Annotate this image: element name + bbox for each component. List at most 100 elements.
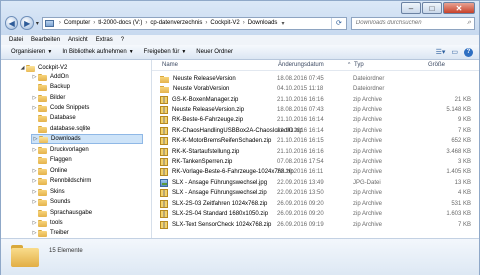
expand-arrow-icon[interactable]: ▷ [31, 105, 38, 111]
sidebar-item-sprachausgabe[interactable]: Sprachausgabe [31, 208, 92, 218]
refresh-button[interactable]: ⟳ [330, 17, 346, 29]
menu-item-ansicht[interactable]: Ansicht [68, 37, 88, 43]
expand-arrow-icon[interactable]: ▷ [31, 178, 38, 184]
search-icon[interactable]: ⌕ [467, 19, 471, 27]
maximize-button[interactable]: □ [422, 2, 442, 14]
sidebar-item-druckvorlagen[interactable]: ▷ Druckvorlagen [31, 145, 89, 155]
file-list: Neuste ReleaseVersion 18.08.2016 07:45 D… [152, 71, 477, 236]
sidebar-item-addon[interactable]: ▷ AddOn [31, 72, 69, 82]
sidebar-item-bilder[interactable]: ▷ Bilder [31, 93, 65, 103]
file-row[interactable]: SLX-2S-04 Standard 1680x1050.zip 26.09.2… [160, 209, 475, 219]
sidebar-item-code-snippets[interactable]: ▷ Code Snippets [31, 103, 89, 113]
share-button[interactable]: Freigeben für ▼ [144, 49, 187, 55]
search-input[interactable] [355, 20, 466, 26]
recent-pages-dropdown[interactable]: ▾ [36, 20, 39, 27]
breadcrumb-item[interactable]: Downloads [248, 20, 278, 26]
sidebar-item-flaggen[interactable]: Flaggen [31, 155, 72, 165]
file-date: 22.09.2016 13:50 [277, 190, 324, 196]
expand-arrow-icon[interactable]: ◢ [19, 65, 26, 71]
expand-arrow-icon[interactable]: ▷ [32, 136, 39, 142]
breadcrumb-item[interactable]: Computer [64, 20, 90, 26]
expand-arrow-icon[interactable]: ▷ [31, 147, 38, 153]
search-box[interactable]: ⌕ [350, 16, 475, 30]
file-row[interactable]: RK-Beste-6-Fahrzeuge.zip 21.10.2016 16:1… [160, 115, 475, 125]
file-name: SLX - Ansage Führungswechsel.jpg [172, 180, 268, 186]
library-button[interactable]: In Bibliothek aufnehmen ▼ [62, 49, 133, 55]
view-options-icon[interactable]: ☰▾ [436, 48, 446, 56]
organize-button[interactable]: Organisieren ▼ [11, 49, 52, 55]
help-icon[interactable]: ? [464, 47, 473, 57]
file-row[interactable]: Neuste VorabVersion 04.10.2015 11:18 Dat… [160, 84, 475, 94]
breadcrumb-item[interactable]: tl-2000-docs (V:) [98, 20, 142, 26]
file-date: 18.08.2016 07:45 [277, 76, 324, 82]
new-folder-button[interactable]: Neuer Ordner [196, 49, 233, 55]
file-row[interactable]: Neuste ReleaseVersion 18.08.2016 07:45 D… [160, 74, 475, 84]
sidebar-item-online[interactable]: ▷ Online [31, 166, 67, 176]
file-row[interactable]: RK-K-MotorBremsReifenSchaden.zip 21.10.2… [160, 136, 475, 146]
breadcrumb-item[interactable]: Cockpit-V2 [210, 20, 239, 26]
breadcrumb-item[interactable]: cp-datenverzechnis [150, 20, 202, 26]
zip-file-icon [160, 96, 168, 104]
sidebar-item-database-sqlite[interactable]: database.sqlite [31, 124, 90, 134]
column-header-date[interactable]: Änderungsdatum [278, 62, 324, 68]
sidebar-item-backup[interactable]: Backup [31, 82, 70, 92]
expand-arrow-icon[interactable]: ▷ [31, 95, 38, 101]
file-row[interactable]: SLX-Text SensorCheck 1024x768.zip 26.09.… [160, 220, 475, 230]
sidebar-item-label: Online [50, 168, 68, 174]
address-bar[interactable]: › Computer › tl-2000-docs (V:) › cp-date… [41, 16, 347, 30]
file-date: 21.10.2016 16:16 [277, 97, 324, 103]
menu-item-bearbeiten[interactable]: Bearbeiten [31, 37, 60, 43]
chevron-down-icon[interactable]: ▾ [281, 20, 284, 27]
column-header-type[interactable]: Typ [354, 62, 364, 68]
sidebar-item-label: Cockpit-V2 [38, 65, 68, 71]
file-date: 22.09.2016 13:49 [277, 180, 324, 186]
file-row[interactable]: RK-K-Startaufstellung.zip 21.10.2016 16:… [160, 147, 475, 157]
file-row[interactable]: SLX - Ansage Führungswechsel.zip 22.09.2… [160, 188, 475, 198]
file-row[interactable]: SLX - Ansage Führungswechsel.jpg 22.09.2… [160, 178, 475, 188]
file-date: 18.08.2016 07:43 [277, 107, 324, 113]
sidebar-item-database[interactable]: Database [31, 113, 76, 123]
sidebar-item-label: Rennbildschirm [50, 178, 92, 184]
sidebar-item-rennbildschirm[interactable]: ▷ Rennbildschirm [31, 176, 91, 186]
folder-icon [38, 229, 47, 237]
zip-file-icon [160, 137, 168, 145]
expand-arrow-icon[interactable]: ▷ [31, 220, 38, 226]
file-row[interactable]: Neuste ReleaseVersion.zip 18.08.2016 07:… [160, 105, 475, 115]
file-type: zip Archive [353, 107, 383, 113]
back-button[interactable]: ◀ [5, 16, 19, 30]
menu-item-extras[interactable]: Extras [96, 37, 113, 43]
menu-item-help[interactable]: ? [121, 37, 124, 43]
file-name: Neuste ReleaseVersion.zip [172, 107, 245, 113]
breadcrumb: › Computer › tl-2000-docs (V:) › cp-date… [56, 20, 288, 27]
file-row[interactable]: GS-K-BoxenManager.zip 21.10.2016 16:16 z… [160, 95, 475, 105]
expand-arrow-icon[interactable]: ▷ [31, 199, 38, 205]
sidebar-item-skins[interactable]: ▷ Skins [31, 187, 65, 197]
file-row[interactable]: RK-Vorlage-Beste-6-Fahrzeuge-1024x768.zi… [160, 167, 475, 177]
expand-arrow-icon[interactable]: ▷ [31, 74, 38, 80]
minimize-button[interactable]: – [401, 2, 421, 14]
forward-button[interactable]: ▶ [20, 16, 34, 30]
sidebar-item-treiber[interactable]: ▷ Treiber [31, 228, 69, 238]
column-header-name[interactable]: Name [162, 62, 178, 68]
file-type: zip Archive [353, 117, 383, 123]
sidebar-item-tools[interactable]: ▷ tools [31, 218, 63, 228]
menu-item-datei[interactable]: Datei [9, 37, 23, 43]
file-row[interactable]: SLX-2S-03 Zeitfahren 1024x768.zip 26.09.… [160, 199, 475, 209]
sidebar-item-label: AddOn [50, 74, 69, 80]
expand-arrow-icon[interactable]: ▷ [31, 189, 38, 195]
file-name: RK-K-Startaufstellung.zip [172, 149, 240, 155]
expand-arrow-icon[interactable]: ▷ [31, 168, 38, 174]
sidebar-item-sounds[interactable]: ▷ Sounds [31, 197, 70, 207]
sidebar-item-label: database.sqlite [50, 126, 91, 132]
folder-icon [38, 73, 47, 81]
file-name: RK-K-MotorBremsReifenSchaden.zip [172, 138, 272, 144]
file-row[interactable]: RK-ChaosHandlingUSBBox2A-ChaosIokedID.zi… [160, 126, 475, 136]
column-header-size[interactable]: Größe [428, 62, 445, 68]
close-button[interactable]: ✕ [443, 2, 475, 14]
sidebar-item-downloads[interactable]: ▷ Downloads [31, 134, 143, 144]
file-type: zip Archive [353, 211, 383, 217]
preview-pane-icon[interactable]: ▭ [451, 48, 458, 56]
expand-arrow-icon[interactable]: ▷ [31, 230, 38, 236]
file-row[interactable]: RK-TankenSperren.zip 07.08.2016 17:54 zi… [160, 157, 475, 167]
file-size: 652 KB [451, 138, 471, 144]
